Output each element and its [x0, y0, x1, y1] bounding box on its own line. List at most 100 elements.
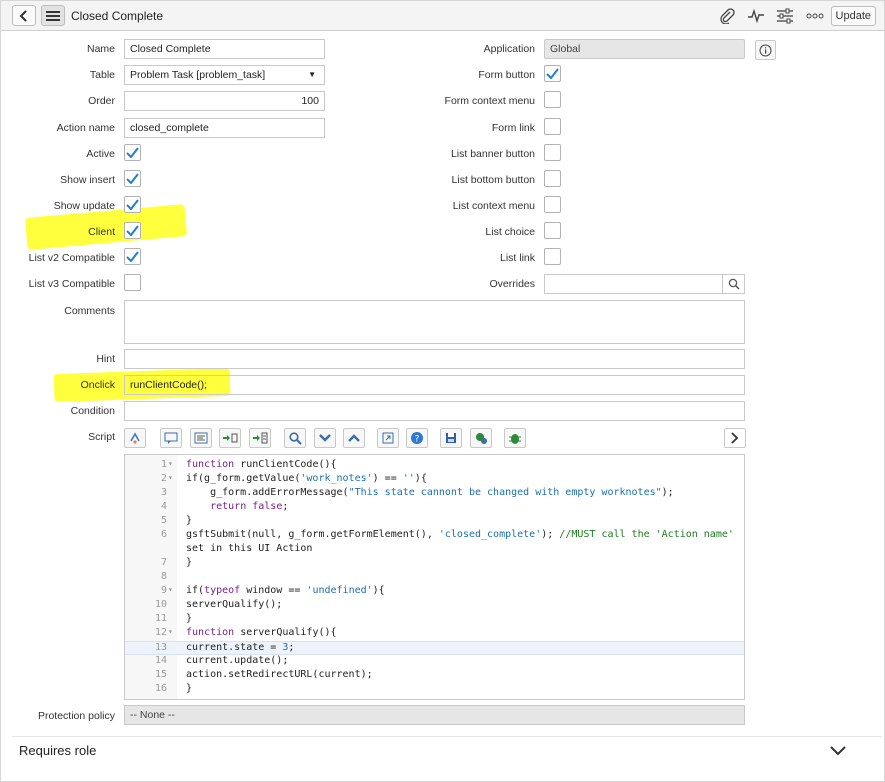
find-next-button[interactable]	[314, 428, 336, 448]
menu-button[interactable]	[41, 5, 65, 26]
line-number: 13	[154, 642, 167, 653]
toggle-syntax-button[interactable]	[124, 428, 146, 448]
activity-button[interactable]	[746, 6, 766, 26]
replace-button[interactable]	[249, 428, 271, 448]
client-checkbox[interactable]	[124, 222, 141, 239]
toolbar-expand-button[interactable]	[724, 428, 746, 448]
line-number: 3	[160, 487, 167, 498]
syntax-toggle-icon	[130, 432, 140, 444]
checkmark-icon	[126, 251, 139, 262]
checkmark-icon	[126, 173, 139, 184]
chevron-right-icon	[731, 432, 739, 444]
list-bottom-button-checkbox[interactable]	[544, 170, 561, 187]
name-field[interactable]: Closed Complete	[124, 39, 325, 59]
check-syntax-button[interactable]	[470, 428, 492, 448]
order-field[interactable]: 100	[124, 91, 325, 111]
script-label: Script	[88, 431, 115, 443]
save-button[interactable]	[440, 428, 462, 448]
protection-policy-select[interactable]: -- None --	[124, 705, 745, 725]
checkmark-icon	[126, 147, 139, 158]
code-line: 12 ▾ function serverQualify(){	[125, 627, 744, 641]
list-v3-checkbox[interactable]	[124, 274, 141, 291]
attachment-button[interactable]	[717, 6, 737, 26]
condition-field[interactable]	[124, 401, 745, 421]
insert-icon	[223, 433, 238, 443]
hint-field[interactable]	[124, 349, 745, 369]
onclick-field[interactable]: runClientCode();	[124, 375, 745, 395]
code-text: if(typeof window == 'undefined'){	[186, 585, 385, 596]
find-previous-button[interactable]	[343, 428, 365, 448]
code-text: }	[186, 515, 193, 526]
section-divider	[12, 736, 882, 737]
more-button[interactable]	[805, 6, 825, 26]
list-v2-checkbox[interactable]	[124, 248, 141, 265]
list-bottom-button-label: List bottom button	[451, 174, 535, 186]
show-insert-checkbox[interactable]	[124, 170, 141, 187]
requires-role-toggle[interactable]	[829, 745, 847, 757]
action-name-field[interactable]: closed_complete	[124, 118, 325, 138]
fold-arrow-icon[interactable]: ▾	[168, 585, 173, 594]
list-link-checkbox[interactable]	[544, 248, 561, 265]
show-update-label: Show update	[53, 200, 115, 212]
show-update-checkbox[interactable]	[124, 196, 141, 213]
list-choice-label: List choice	[485, 226, 535, 238]
application-label: Application	[483, 43, 535, 55]
code-text: current.update();	[186, 655, 289, 666]
line-number: 15	[154, 669, 167, 680]
onclick-label: Onclick	[80, 379, 115, 391]
fold-arrow-icon[interactable]: ▾	[168, 473, 173, 482]
code-line: 1 ▾ function runClientCode(){	[125, 459, 744, 473]
script-editor[interactable]: 1 ▾ function runClientCode(){2 ▾ if(g_form.g…	[124, 454, 745, 700]
line-number: 6	[160, 529, 167, 540]
form-link-checkbox[interactable]	[544, 118, 561, 135]
condition-label: Condition	[70, 405, 115, 417]
fold-arrow-icon[interactable]: ▾	[168, 459, 173, 468]
list-context-menu-checkbox[interactable]	[544, 196, 561, 213]
comment-button[interactable]	[160, 428, 182, 448]
info-button[interactable]	[755, 40, 776, 60]
insert-button[interactable]	[219, 428, 241, 448]
line-number: 12	[154, 627, 167, 638]
list-choice-checkbox[interactable]	[544, 222, 561, 239]
list-banner-button-checkbox[interactable]	[544, 144, 561, 161]
code-text: gsftSubmit(null, g_form.getFormElement()…	[186, 529, 734, 540]
line-number: 5	[160, 515, 167, 526]
menu-icon	[46, 10, 60, 21]
code-line: 13 current.state = 3;	[125, 641, 744, 655]
form-context-menu-checkbox[interactable]	[544, 91, 561, 108]
search-icon	[728, 278, 740, 290]
requires-role-section[interactable]: Requires role	[19, 743, 96, 758]
replace-icon	[253, 432, 268, 444]
attachment-icon	[720, 8, 735, 24]
help-icon: ?	[411, 432, 423, 445]
line-number: 9	[160, 585, 167, 596]
format-button[interactable]	[190, 428, 212, 448]
settings-button[interactable]	[775, 6, 795, 26]
line-number: 2	[160, 473, 167, 484]
table-label: Table	[89, 69, 115, 81]
form-button-checkbox[interactable]	[544, 65, 561, 82]
comments-label: Comments	[64, 305, 115, 317]
list-banner-button-label: List banner button	[450, 148, 535, 160]
code-line: 16}	[125, 683, 744, 697]
back-button[interactable]	[12, 5, 36, 26]
update-button[interactable]: Update	[830, 6, 876, 26]
fold-arrow-icon[interactable]: ▾	[168, 627, 173, 636]
code-text: g_form.addErrorMessage("This state canno…	[186, 487, 674, 498]
code-line: 4 return false;	[125, 501, 744, 515]
search-button[interactable]	[284, 428, 306, 448]
line-number: 11	[154, 613, 167, 624]
fullscreen-button[interactable]	[377, 428, 399, 448]
help-button[interactable]: ?	[406, 428, 428, 448]
table-select[interactable]: Problem Task [problem_task] ▼	[124, 65, 325, 85]
comments-textarea[interactable]	[124, 300, 745, 344]
format-icon	[194, 432, 208, 444]
debug-button[interactable]	[504, 428, 526, 448]
save-icon	[446, 433, 456, 443]
overrides-lookup-button[interactable]	[722, 274, 745, 294]
code-text: action.setRedirectURL(current);	[186, 669, 373, 680]
overrides-field[interactable]	[544, 274, 723, 294]
chevron-down-icon	[830, 746, 846, 756]
active-checkbox[interactable]	[124, 144, 141, 161]
back-icon	[19, 9, 27, 22]
